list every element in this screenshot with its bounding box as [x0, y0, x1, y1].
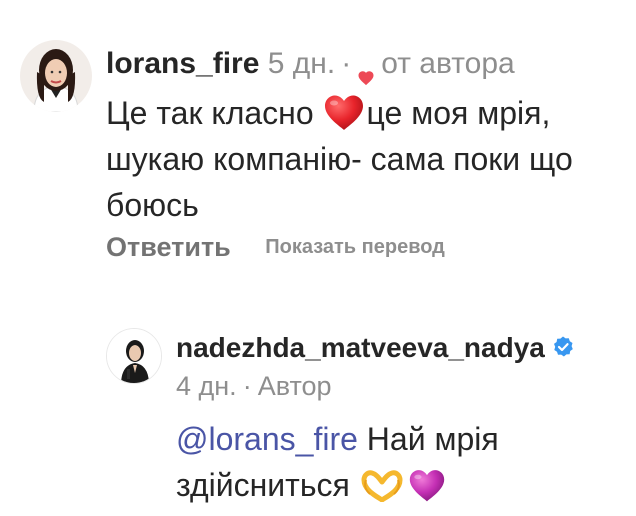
reply-header: nadezhda_matveeva_nadya — [176, 328, 575, 368]
reply-meta: 4 дн. · Автор — [176, 366, 332, 406]
red-heart-icon — [323, 94, 365, 132]
comment-text-part1: Це так класно — [106, 95, 323, 131]
timestamp: 5 дн. — [267, 47, 336, 80]
show-translation-button[interactable]: Показать перевод — [265, 236, 445, 258]
avatar-image — [107, 329, 161, 383]
comment-actions: Ответить Показать перевод — [106, 232, 445, 263]
timestamp: 4 дн. — [176, 371, 237, 401]
comment-header: lorans_fire 5 дн. · от автора — [106, 40, 515, 88]
mention-link[interactable]: @lorans_fire — [176, 421, 358, 457]
username[interactable]: nadezhda_matveeva_nadya — [176, 332, 545, 363]
avatar-image — [20, 40, 92, 112]
author-label: Автор — [257, 371, 332, 401]
username[interactable]: lorans_fire — [106, 47, 259, 80]
verified-badge-icon — [551, 330, 575, 357]
avatar-nadezhda[interactable] — [106, 328, 162, 384]
comment-lorans-fire: lorans_fire 5 дн. · от автора Це так класн… — [0, 0, 636, 300]
comment-text: Це так класно це моя мрія, шукаю компані… — [106, 90, 626, 228]
liked-by-author-label: от автора — [381, 47, 515, 80]
red-heart-icon — [357, 54, 375, 86]
heart-hands-emoji — [360, 468, 404, 503]
purple-heart-emoji — [408, 468, 446, 504]
reply-button[interactable]: Ответить — [106, 232, 231, 262]
separator: · — [242, 371, 252, 401]
reply-nadezhda: nadezhda_matveeva_nadya 4 дн. · Автор @lor… — [0, 300, 636, 509]
separator: · — [341, 47, 352, 80]
reply-text: @lorans_fire Най мрія здійсниться — [176, 416, 616, 508]
avatar-lorans-fire[interactable] — [20, 40, 92, 112]
